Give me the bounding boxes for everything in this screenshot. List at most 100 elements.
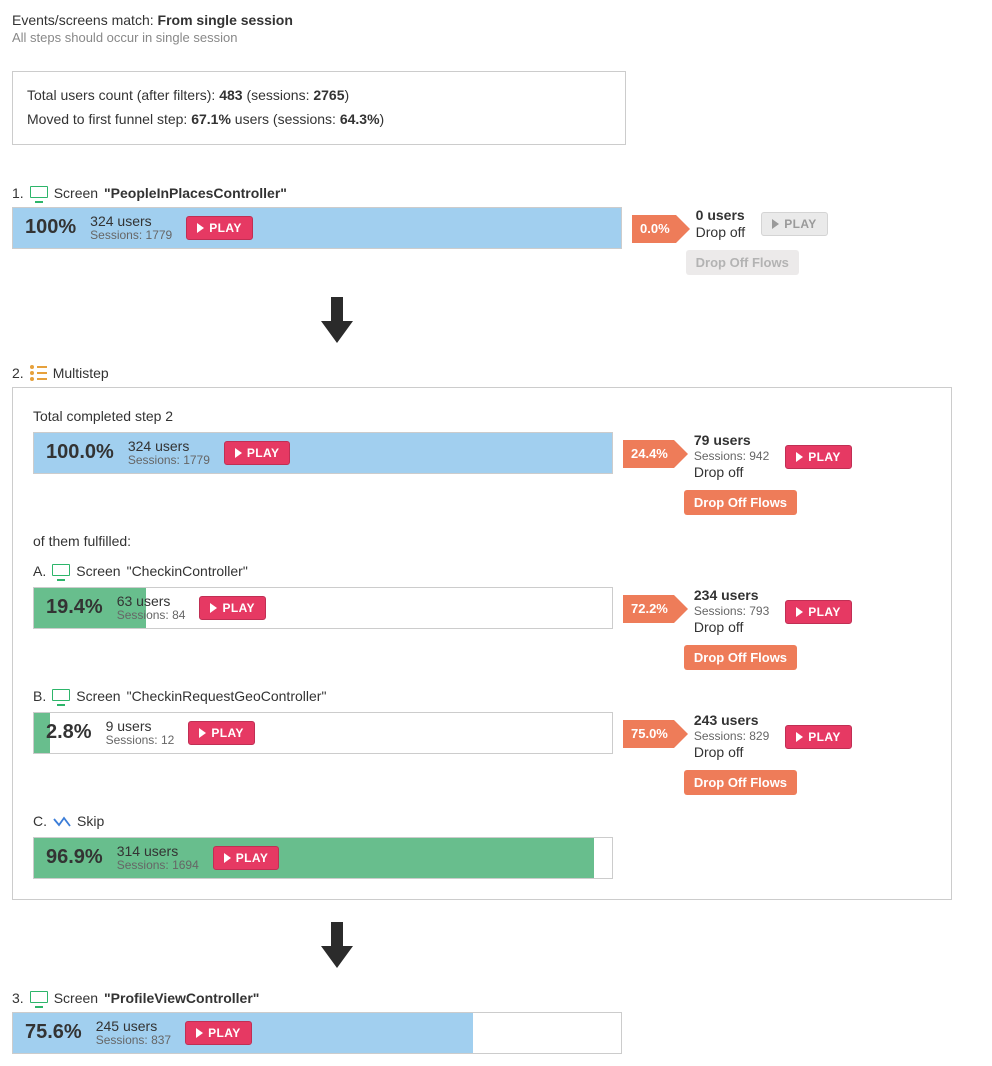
step2C-users: 314 users	[117, 843, 199, 859]
step3-play-button[interactable]: PLAY	[185, 1021, 252, 1045]
step2A-name: "CheckinController"	[127, 563, 248, 579]
step2A-users: 63 users	[117, 593, 186, 609]
summary-total-label: Total users count (after filters):	[27, 87, 215, 103]
screen-word: Screen	[54, 990, 98, 1006]
step1-dropoff-users: 0 users	[696, 207, 746, 225]
match-label: Events/screens match:	[12, 12, 154, 28]
step2-dropoff-play-button[interactable]: PLAY	[785, 445, 852, 469]
match-mode-line: Events/screens match: From single sessio…	[12, 12, 980, 28]
step1-pct: 100%	[25, 216, 76, 239]
step3-bar: 75.6% 245 users Sessions: 837 PLAY	[12, 1012, 622, 1054]
step2-dropoff-label: Drop off	[694, 464, 769, 482]
step2B-index: B.	[33, 688, 46, 704]
screen-icon	[52, 564, 70, 578]
skip-icon	[53, 815, 71, 827]
step2B-label: B. Screen "CheckinRequestGeoController"	[33, 688, 931, 704]
summary-total-users: 483	[219, 87, 242, 103]
arrow-down-icon	[12, 922, 662, 968]
step2C-sessions: Sessions: 1694	[117, 859, 199, 873]
step2-index: 2.	[12, 365, 24, 381]
step2B-bar: 2.8% 9 users Sessions: 12 PLAY	[33, 712, 613, 754]
step2A-dropoff-play-button[interactable]: PLAY	[785, 600, 852, 624]
step2C-index: C.	[33, 813, 47, 829]
step2-fulfilled-label: of them fulfilled:	[33, 533, 931, 549]
step2-box: Total completed step 2 100.0% 324 users …	[12, 387, 952, 900]
skip-word: Skip	[77, 813, 104, 829]
summary-box: Total users count (after filters): 483 (…	[12, 71, 626, 145]
step1-bar: 100% 324 users Sessions: 1779 PLAY	[12, 207, 622, 249]
step2A-sessions: Sessions: 84	[117, 609, 186, 623]
step1-row: 100% 324 users Sessions: 1779 PLAY 0.0% …	[12, 207, 980, 275]
step2A-bar: 19.4% 63 users Sessions: 84 PLAY	[33, 587, 613, 629]
step2B-play-button[interactable]: PLAY	[188, 721, 255, 745]
step3-name: "ProfileViewController"	[104, 990, 259, 1006]
step2-users: 324 users	[128, 438, 210, 454]
summary-sessions-open2: (sessions:	[273, 111, 336, 127]
multistep-word: Multistep	[53, 365, 109, 381]
step2A-index: A.	[33, 563, 46, 579]
step1-dropoff-flows-button: Drop Off Flows	[686, 250, 799, 275]
step2A-play-button[interactable]: PLAY	[199, 596, 266, 620]
step2B-pct: 2.8%	[46, 721, 92, 744]
summary-sessions-open: (sessions:	[246, 87, 309, 103]
screen-icon	[30, 186, 48, 200]
step2-total-bar: 100.0% 324 users Sessions: 1779 PLAY	[33, 432, 613, 474]
step2-dropoff-flows-button[interactable]: Drop Off Flows	[684, 490, 797, 515]
step2A-dropoff-flows-button[interactable]: Drop Off Flows	[684, 645, 797, 670]
step2-label: 2. Multistep	[12, 365, 980, 381]
step1-play-button[interactable]: PLAY	[186, 216, 253, 240]
summary-moved-row: Moved to first funnel step: 67.1% users …	[27, 108, 611, 132]
screen-icon	[30, 991, 48, 1005]
step3-users: 245 users	[96, 1018, 171, 1034]
step2B-dropoff-flows-button[interactable]: Drop Off Flows	[684, 770, 797, 795]
step1-dropoff-label: Drop off	[696, 224, 746, 242]
step1-users: 324 users	[90, 213, 172, 229]
step2-sessions: Sessions: 1779	[128, 454, 210, 468]
screen-word: Screen	[54, 185, 98, 201]
step3-index: 3.	[12, 990, 24, 1006]
step2C-label: C. Skip	[33, 813, 931, 829]
step2B-dropoff-play-button[interactable]: PLAY	[785, 725, 852, 749]
step2A-label: A. Screen "CheckinController"	[33, 563, 931, 579]
step2-dropoff-sessions: Sessions: 942	[694, 449, 769, 464]
summary-close2: )	[380, 111, 385, 127]
step2-dropoff-pct-chip: 24.4%	[623, 440, 674, 468]
screen-word: Screen	[76, 688, 120, 704]
step3-pct: 75.6%	[25, 1021, 82, 1044]
match-mode: From single session	[158, 12, 293, 28]
multistep-icon	[30, 365, 47, 381]
summary-total-sessions: 2765	[313, 87, 344, 103]
summary-moved-pct: 67.1%	[191, 111, 231, 127]
step1-name: "PeopleInPlacesController"	[104, 185, 287, 201]
summary-moved-sessions-pct: 64.3%	[340, 111, 380, 127]
step2B-users: 9 users	[106, 718, 175, 734]
summary-close1: )	[345, 87, 350, 103]
step2A-dropoff-pct-chip: 72.2%	[623, 595, 674, 623]
step2B-dropoff-sessions: Sessions: 829	[694, 729, 769, 744]
match-sub: All steps should occur in single session	[12, 30, 980, 45]
step1-dropoff: 0.0% 0 users Drop off PLAY Drop Off Flow…	[632, 207, 828, 275]
arrow-down-icon	[12, 297, 662, 343]
step2-dropoff-users: 79 users	[694, 432, 769, 450]
step1-label: 1. Screen "PeopleInPlacesController"	[12, 185, 980, 201]
summary-total-row: Total users count (after filters): 483 (…	[27, 84, 611, 108]
step1-sessions: Sessions: 1779	[90, 229, 172, 243]
step2C-bar: 96.9% 314 users Sessions: 1694 PLAY	[33, 837, 613, 879]
step2B-dropoff-users: 243 users	[694, 712, 769, 730]
screen-icon	[52, 689, 70, 703]
step1-dropoff-pct-chip: 0.0%	[632, 215, 676, 243]
summary-users-word: users	[235, 111, 269, 127]
step2-total-label: Total completed step 2	[33, 408, 931, 424]
screen-word: Screen	[76, 563, 120, 579]
summary-moved-label: Moved to first funnel step:	[27, 111, 187, 127]
step2A-dropoff-users: 234 users	[694, 587, 769, 605]
step3-label: 3. Screen "ProfileViewController"	[12, 990, 980, 1006]
step2-play-button[interactable]: PLAY	[224, 441, 291, 465]
step2A-dropoff-sessions: Sessions: 793	[694, 604, 769, 619]
step2B-sessions: Sessions: 12	[106, 734, 175, 748]
step1-index: 1.	[12, 185, 24, 201]
step2C-pct: 96.9%	[46, 846, 103, 869]
step2B-name: "CheckinRequestGeoController"	[127, 688, 327, 704]
step3-sessions: Sessions: 837	[96, 1034, 171, 1048]
step2C-play-button[interactable]: PLAY	[213, 846, 280, 870]
